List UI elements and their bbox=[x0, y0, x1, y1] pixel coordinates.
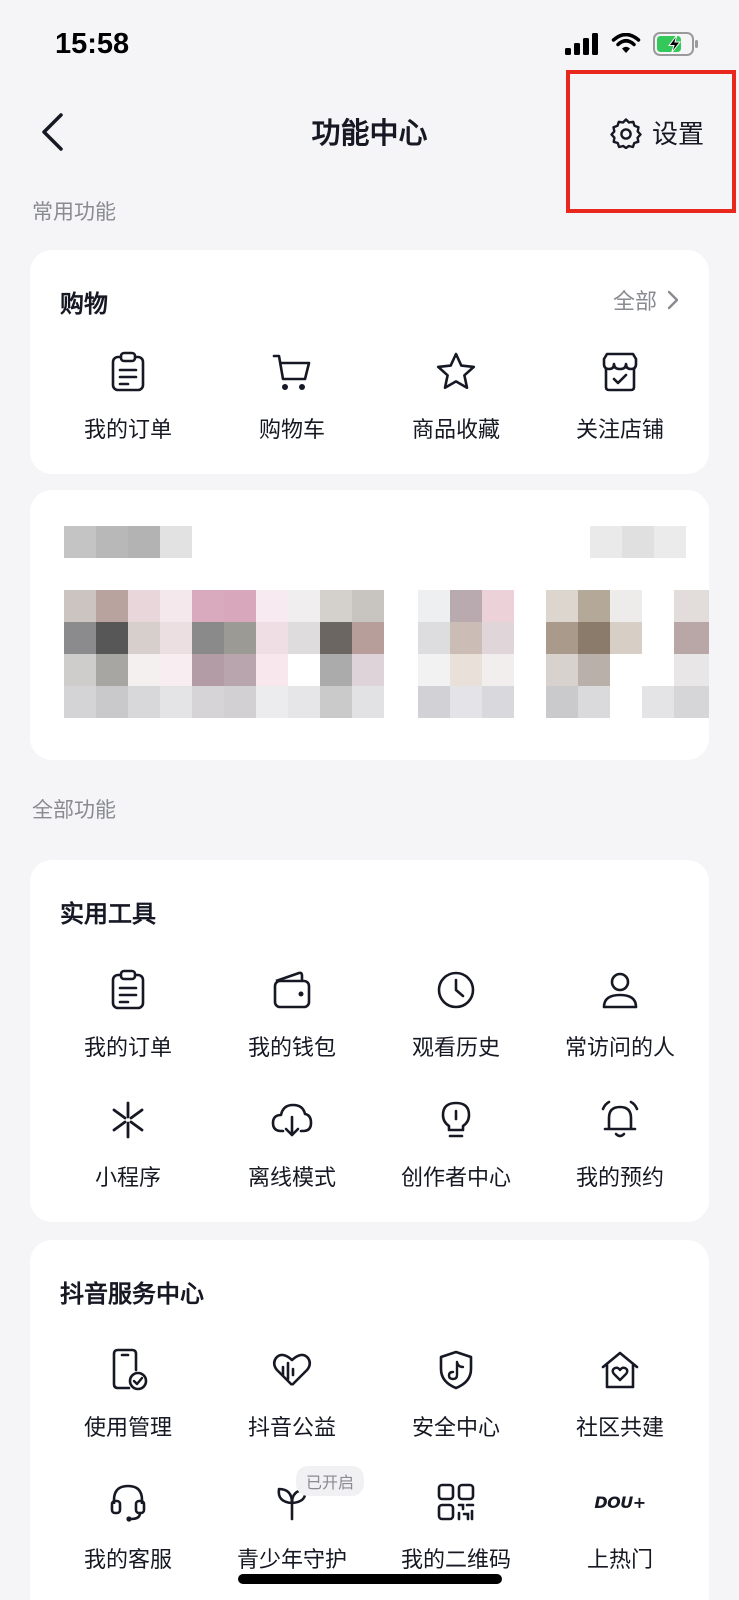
grid-label: 小程序 bbox=[94, 1166, 161, 1191]
grid-label: 我的预约 bbox=[575, 1166, 664, 1191]
grid-label: 使用管理 bbox=[83, 1416, 172, 1441]
grid-label: 常访问的人 bbox=[564, 1036, 675, 1061]
grid-label: 我的二维码 bbox=[400, 1548, 511, 1573]
store-icon bbox=[598, 350, 642, 394]
shopping-card: 购物 全部 我的订单 购物车 商品收藏 关注店铺 bbox=[30, 250, 709, 474]
shopping-all-link[interactable]: 全部 bbox=[613, 284, 679, 316]
grid-item-my-qrcode[interactable]: 我的二维码 bbox=[374, 1480, 538, 1574]
home-indicator[interactable] bbox=[238, 1574, 502, 1584]
grid-item-usage-management[interactable]: 使用管理 bbox=[46, 1348, 210, 1442]
shopping-title: 购物 bbox=[60, 290, 108, 318]
grid-label: 我的客服 bbox=[83, 1548, 172, 1573]
grid-item-douyin-charity[interactable]: 抖音公益 bbox=[210, 1348, 374, 1442]
grid-label: 安全中心 bbox=[411, 1416, 500, 1441]
grid-label: 我的订单 bbox=[83, 1036, 172, 1061]
grid-item-frequent-visits[interactable]: 常访问的人 bbox=[538, 968, 702, 1062]
bulb-icon bbox=[434, 1098, 478, 1142]
service-title: 抖音服务中心 bbox=[60, 1280, 204, 1308]
headset-icon bbox=[106, 1480, 150, 1524]
tools-card: 实用工具 我的订单 我的钱包 观看历史 常访问的人 小程序 离线模式 创作者中心… bbox=[30, 860, 709, 1222]
grid-item-customer-service[interactable]: 我的客服 bbox=[46, 1480, 210, 1574]
chevron-right-icon bbox=[667, 290, 679, 310]
grid-item-security-center[interactable]: 安全中心 bbox=[374, 1348, 538, 1442]
order-icon bbox=[106, 968, 150, 1012]
cart-icon bbox=[270, 350, 314, 394]
clock-icon bbox=[434, 968, 478, 1012]
tools-grid-row-1: 我的订单 我的钱包 观看历史 常访问的人 bbox=[30, 968, 709, 1062]
section-label-common: 常用功能 bbox=[32, 200, 116, 224]
status-badge-enabled: 已开启 bbox=[296, 1466, 365, 1496]
grid-item-my-orders[interactable]: 我的订单 bbox=[46, 350, 210, 444]
grid-item-my-reservations[interactable]: 我的预约 bbox=[538, 1098, 702, 1192]
service-grid-row-2: 我的客服 青少年守护 我的二维码 DOU+ 上热门 bbox=[30, 1480, 709, 1574]
grid-label: 抖音公益 bbox=[247, 1416, 336, 1441]
tools-grid-row-2: 小程序 离线模式 创作者中心 我的预约 bbox=[30, 1098, 709, 1192]
battery-icon bbox=[653, 32, 698, 56]
recent-content-card-blurred[interactable] bbox=[30, 490, 709, 760]
gear-icon bbox=[610, 117, 642, 149]
settings-button[interactable]: 设置 bbox=[566, 70, 736, 213]
cloud-download-icon bbox=[270, 1098, 314, 1142]
grid-label: 我的订单 bbox=[83, 418, 172, 443]
grid-item-offline-mode[interactable]: 离线模式 bbox=[210, 1098, 374, 1192]
grid-item-mini-programs[interactable]: 小程序 bbox=[46, 1098, 210, 1192]
wallet-icon bbox=[270, 968, 314, 1012]
grid-item-my-orders[interactable]: 我的订单 bbox=[46, 968, 210, 1062]
order-icon bbox=[106, 350, 150, 394]
grid-item-go-trending[interactable]: DOU+ 上热门 bbox=[538, 1480, 702, 1574]
phone-check-icon bbox=[106, 1348, 150, 1392]
wifi-icon bbox=[611, 33, 641, 53]
grid-label: 商品收藏 bbox=[411, 418, 500, 443]
house-heart-icon bbox=[598, 1348, 642, 1392]
tools-title: 实用工具 bbox=[60, 900, 156, 928]
grid-label: 上热门 bbox=[586, 1548, 653, 1573]
shield-icon bbox=[434, 1348, 478, 1392]
shopping-all-label: 全部 bbox=[612, 290, 657, 315]
dou-plus-icon: DOU+ bbox=[594, 1480, 646, 1524]
grid-item-wallet[interactable]: 我的钱包 bbox=[210, 968, 374, 1062]
service-grid-row-1: 使用管理 抖音公益 安全中心 社区共建 bbox=[30, 1348, 709, 1442]
heart-chart-icon bbox=[270, 1348, 314, 1392]
signal-icon bbox=[565, 33, 598, 55]
grid-item-creator-center[interactable]: 创作者中心 bbox=[374, 1098, 538, 1192]
grid-label: 观看历史 bbox=[411, 1036, 500, 1061]
star-icon bbox=[434, 350, 478, 394]
grid-label: 购物车 bbox=[258, 418, 325, 443]
grid-label: 创作者中心 bbox=[400, 1166, 511, 1191]
status-icons bbox=[565, 32, 699, 56]
grid-label: 青少年守护 bbox=[236, 1548, 347, 1573]
grid-label: 关注店铺 bbox=[575, 418, 664, 443]
grid-item-cart[interactable]: 购物车 bbox=[210, 350, 374, 444]
grid-item-community-building[interactable]: 社区共建 bbox=[538, 1348, 702, 1442]
mini-program-icon bbox=[106, 1098, 150, 1142]
grid-label: 社区共建 bbox=[575, 1416, 664, 1441]
qrcode-icon bbox=[434, 1480, 478, 1524]
dou-plus-text: DOU+ bbox=[594, 1492, 646, 1512]
shopping-grid: 我的订单 购物车 商品收藏 关注店铺 bbox=[30, 350, 709, 444]
settings-label: 设置 bbox=[652, 120, 705, 150]
grid-label: 我的钱包 bbox=[247, 1036, 336, 1061]
person-icon bbox=[598, 968, 642, 1012]
service-center-card: 抖音服务中心 使用管理 抖音公益 安全中心 社区共建 我的客服 青少年守护 我的… bbox=[30, 1240, 709, 1600]
status-time: 15:58 bbox=[55, 28, 130, 60]
section-label-all: 全部功能 bbox=[32, 798, 116, 822]
bell-icon bbox=[598, 1098, 642, 1142]
grid-item-favorites[interactable]: 商品收藏 bbox=[374, 350, 538, 444]
grid-item-watch-history[interactable]: 观看历史 bbox=[374, 968, 538, 1062]
grid-label: 离线模式 bbox=[247, 1166, 336, 1191]
grid-item-followed-stores[interactable]: 关注店铺 bbox=[538, 350, 702, 444]
